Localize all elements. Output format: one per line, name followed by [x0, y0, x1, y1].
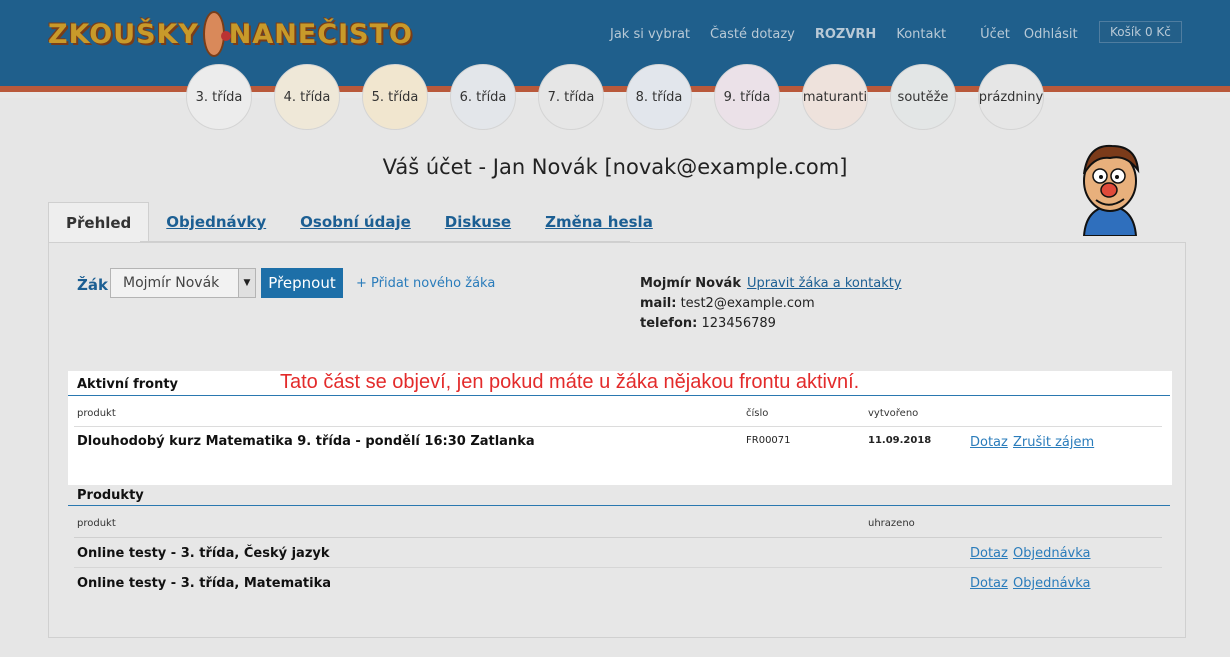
- tab-osobni-udaje[interactable]: Osobní údaje: [283, 202, 428, 242]
- queue-product: Dlouhodobý kurz Matematika 9. třída - po…: [77, 434, 535, 449]
- phone-label: telefon:: [640, 316, 698, 331]
- grade-prazdniny[interactable]: prázdniny: [978, 64, 1044, 130]
- student-select[interactable]: Mojmír Novák ▼: [110, 268, 256, 298]
- student-select-value: Mojmír Novák: [123, 275, 220, 291]
- active-queue-notice: Tato část se objeví, jen pokud máte u žá…: [280, 371, 860, 393]
- account-tabs: Přehled Objednávky Osobní údaje Diskuse …: [48, 202, 670, 242]
- student-mail-row: mail: test2@example.com: [640, 294, 902, 314]
- nav-logout[interactable]: Odhlásit: [1024, 27, 1078, 42]
- product-row-2: Online testy - 3. třída, Matematika: [77, 576, 332, 591]
- grade-5[interactable]: 5. třída: [362, 64, 428, 130]
- row-divider: [74, 426, 1162, 427]
- active-queues-divider: [68, 395, 1170, 396]
- student-name-row: Mojmír Novák Upravit žáka a kontakty: [640, 274, 902, 294]
- logo-text-right: NANEČISTO: [228, 18, 413, 50]
- mail-label: mail:: [640, 296, 677, 311]
- student-phone: 123456789: [701, 316, 776, 331]
- tab-prehled[interactable]: Přehled: [48, 202, 150, 242]
- product-2-question-link[interactable]: Dotaz: [970, 576, 1008, 591]
- products-col-product: produkt: [77, 518, 116, 529]
- queue-number: FR00071: [746, 435, 791, 446]
- tab-objednavky[interactable]: Objednávky: [149, 202, 283, 242]
- logo-mascot-icon: [203, 11, 231, 57]
- grade-7[interactable]: 7. třída: [538, 64, 604, 130]
- products-col-paid: uhrazeno: [868, 518, 915, 529]
- student-phone-row: telefon: 123456789: [640, 314, 902, 334]
- top-navigation: Jak si vybrat Časté dotazy ROZVRH Kontak…: [600, 24, 1088, 44]
- grade-menu: 3. třída 4. třída 5. třída 6. třída 7. t…: [186, 64, 1066, 130]
- grade-4[interactable]: 4. třída: [274, 64, 340, 130]
- tab-divider: [140, 241, 630, 242]
- active-queues-heading: Aktivní fronty: [77, 377, 179, 392]
- grade-8[interactable]: 8. třída: [626, 64, 692, 130]
- student-info: Mojmír Novák Upravit žáka a kontakty mail…: [640, 274, 902, 334]
- product-2-order-link[interactable]: Objednávka: [1013, 576, 1091, 591]
- grade-3[interactable]: 3. třída: [186, 64, 252, 130]
- student-mail: test2@example.com: [680, 296, 815, 311]
- tab-diskuse[interactable]: Diskuse: [428, 202, 528, 242]
- col-number: číslo: [746, 408, 769, 419]
- dropdown-arrow-icon[interactable]: ▼: [238, 269, 255, 297]
- col-product: produkt: [77, 408, 116, 419]
- grade-9[interactable]: 9. třída: [714, 64, 780, 130]
- add-student-link[interactable]: + Přidat nového žáka: [356, 276, 495, 291]
- nav-caste-dotazy[interactable]: Časté dotazy: [710, 27, 795, 42]
- student-name: Mojmír Novák: [640, 276, 741, 291]
- mascot-icon: [1082, 144, 1140, 236]
- edit-student-link[interactable]: Upravit žáka a kontakty: [747, 276, 902, 291]
- products-heading: Produkty: [77, 488, 144, 503]
- product-1-order-link[interactable]: Objednávka: [1013, 546, 1091, 561]
- nav-account[interactable]: Účet: [980, 27, 1010, 42]
- cart-button[interactable]: Košík 0 Kč: [1099, 21, 1182, 43]
- nav-rozvrh[interactable]: ROZVRH: [815, 27, 876, 42]
- site-logo[interactable]: ZKOUŠKY NANEČISTO: [48, 11, 413, 57]
- nav-kontakt[interactable]: Kontakt: [896, 27, 946, 42]
- logo-text-left: ZKOUŠKY: [48, 18, 200, 50]
- grade-6[interactable]: 6. třída: [450, 64, 516, 130]
- grade-souteze[interactable]: soutěže: [890, 64, 956, 130]
- queue-created: 11.09.2018: [868, 435, 932, 446]
- queue-question-link[interactable]: Dotaz: [970, 435, 1008, 450]
- nav-jak-si-vybrat[interactable]: Jak si vybrat: [610, 27, 690, 42]
- row-divider: [74, 567, 1162, 568]
- col-created: vytvořeno: [868, 408, 919, 419]
- page-title: Váš účet - Jan Novák [novak@example.com]: [382, 155, 848, 179]
- product-1-question-link[interactable]: Dotaz: [970, 546, 1008, 561]
- tab-zmena-hesla[interactable]: Změna hesla: [528, 202, 670, 242]
- products-divider: [68, 505, 1170, 506]
- grade-maturanti[interactable]: maturanti: [802, 64, 868, 130]
- product-row-1: Online testy - 3. třída, Český jazyk: [77, 546, 330, 561]
- switch-student-button[interactable]: Přepnout: [261, 268, 343, 298]
- student-label: Žák: [77, 276, 108, 294]
- row-divider: [74, 537, 1162, 538]
- queue-cancel-link[interactable]: Zrušit zájem: [1013, 435, 1094, 450]
